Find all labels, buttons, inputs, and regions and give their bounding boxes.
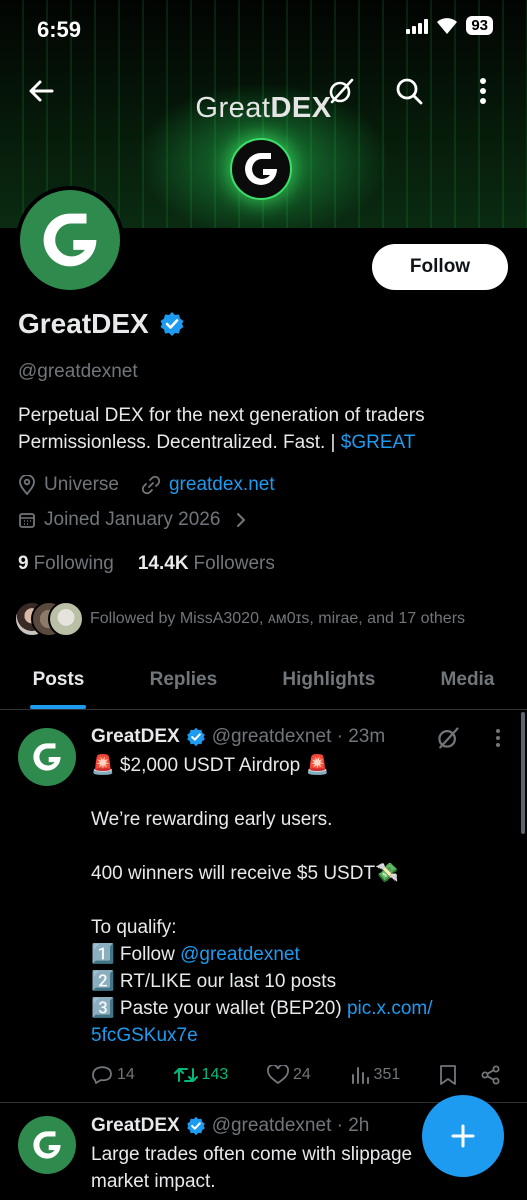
repost-button[interactable]: 143 bbox=[173, 1065, 228, 1085]
chevron-right-icon bbox=[237, 513, 246, 527]
tab-replies[interactable]: Replies bbox=[117, 650, 250, 709]
scrollbar[interactable] bbox=[521, 712, 525, 834]
more-vertical-icon bbox=[480, 78, 486, 104]
display-name: GreatDEX bbox=[18, 308, 149, 339]
post-handle-time: @greatdexnet · 2h bbox=[211, 1115, 370, 1136]
wifi-icon bbox=[437, 17, 458, 34]
profile-handle: @greatdexnet bbox=[18, 361, 138, 382]
profile-bio: Perpetual DEX for the next generation of… bbox=[18, 405, 425, 453]
mention-link[interactable]: @greatdexnet bbox=[180, 944, 300, 965]
grok-button[interactable] bbox=[318, 68, 364, 114]
post-handle-time: @greatdexnet · 23m bbox=[211, 726, 386, 747]
followed-by-row[interactable]: Followed by MissA3020, ᴀᴍ0ɪѕ, mirae, and… bbox=[14, 601, 465, 637]
joined-row[interactable]: Joined January 2026 bbox=[18, 509, 248, 531]
like-button[interactable]: 24 bbox=[267, 1065, 311, 1085]
post-author-name[interactable]: GreatDEX bbox=[91, 726, 180, 748]
tab-posts[interactable]: Posts bbox=[0, 650, 117, 709]
link-icon bbox=[141, 475, 161, 495]
greatdex-logo-icon bbox=[33, 743, 61, 771]
status-time: 6:59 bbox=[37, 17, 82, 42]
location-pin-icon bbox=[19, 475, 35, 495]
repost-icon bbox=[173, 1068, 198, 1082]
post-avatar[interactable] bbox=[18, 728, 76, 786]
banner-logo bbox=[230, 138, 292, 200]
post-text[interactable]: 🚨 $2,000 USDT Airdrop 🚨 We’re rewarding … bbox=[91, 752, 501, 1049]
follower-avatar bbox=[48, 601, 84, 637]
cashtag-link[interactable]: $GREAT bbox=[341, 432, 416, 453]
more-vertical-icon bbox=[496, 729, 500, 747]
search-button[interactable] bbox=[386, 68, 432, 114]
views-chart-icon bbox=[351, 1067, 369, 1084]
battery-indicator: 93 bbox=[466, 16, 493, 35]
compose-post-button[interactable] bbox=[422, 1095, 504, 1177]
website-link[interactable]: greatdex.net bbox=[169, 474, 275, 496]
profile-name-row: GreatDEX bbox=[18, 308, 185, 340]
heart-icon bbox=[267, 1065, 289, 1085]
followers-count[interactable]: 14.4K Followers bbox=[138, 553, 275, 575]
post-header: GreatDEX @greatdexnet · 23m bbox=[91, 726, 385, 748]
signal-icon bbox=[406, 18, 429, 34]
post-actions: 14 143 24 351 bbox=[91, 1064, 501, 1086]
plus-icon bbox=[451, 1124, 475, 1148]
location-text: Universe bbox=[44, 474, 119, 495]
verified-badge-icon bbox=[186, 727, 205, 747]
share-icon[interactable] bbox=[481, 1065, 501, 1085]
post-icons-group bbox=[439, 1064, 501, 1086]
media-link-cont[interactable]: 5fcGSKux7e bbox=[91, 1025, 198, 1046]
search-icon bbox=[396, 78, 423, 105]
banner-logo-text: GreatDEX bbox=[195, 92, 332, 124]
status-icons: 93 bbox=[406, 16, 493, 35]
back-arrow-icon bbox=[29, 80, 54, 102]
post-author-name[interactable]: GreatDEX bbox=[91, 1115, 180, 1137]
joined-text: Joined January 2026 bbox=[44, 509, 221, 530]
follow-button[interactable]: Follow bbox=[372, 244, 508, 290]
reply-button[interactable]: 14 bbox=[91, 1065, 135, 1085]
greatdex-logo-icon bbox=[33, 1131, 61, 1159]
back-button[interactable] bbox=[18, 68, 64, 114]
verified-badge-icon[interactable] bbox=[159, 311, 185, 337]
grok-icon bbox=[438, 727, 459, 749]
following-count[interactable]: 9 Following bbox=[18, 553, 114, 575]
tab-media[interactable]: Media bbox=[408, 650, 527, 709]
media-link[interactable]: pic.x.com/ bbox=[347, 998, 433, 1019]
follow-stats: 9 Following 14.4K Followers bbox=[18, 553, 275, 575]
post-avatar[interactable] bbox=[18, 1116, 76, 1174]
follower-avatars bbox=[14, 601, 84, 637]
post-header: GreatDEX @greatdexnet · 2h bbox=[91, 1115, 369, 1137]
followed-by-text: Followed by MissA3020, ᴀᴍ0ɪѕ, mirae, and… bbox=[90, 610, 466, 627]
views-button[interactable]: 351 bbox=[350, 1065, 400, 1085]
tab-highlights[interactable]: Highlights bbox=[250, 650, 408, 709]
greatdex-logo-icon bbox=[43, 213, 97, 267]
verified-badge-icon bbox=[186, 1116, 205, 1136]
profile-meta-row: Universe greatdex.net bbox=[18, 474, 289, 496]
grok-icon bbox=[329, 78, 354, 104]
reply-icon bbox=[92, 1066, 112, 1084]
bookmark-icon[interactable] bbox=[439, 1064, 457, 1086]
profile-tabs: Posts Replies Highlights Media bbox=[0, 650, 527, 710]
profile-avatar[interactable] bbox=[16, 186, 124, 294]
more-options-button[interactable] bbox=[460, 68, 506, 114]
calendar-icon bbox=[19, 513, 35, 528]
